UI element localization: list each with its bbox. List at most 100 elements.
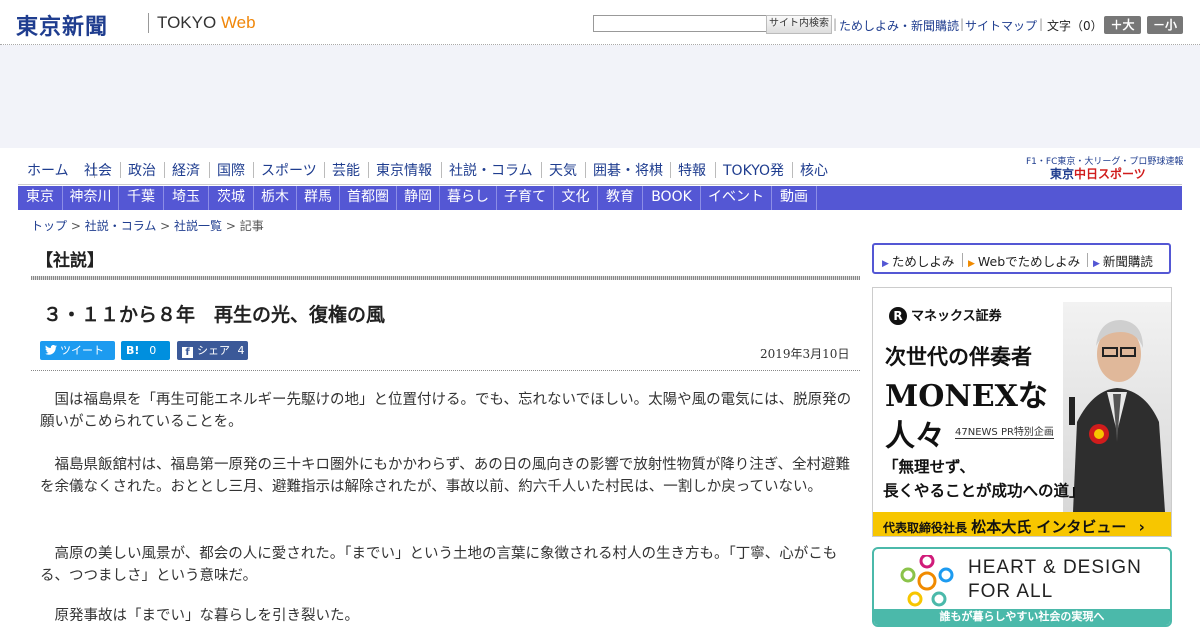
hatena-count: 0 <box>149 344 157 357</box>
facebook-share-label: シェア <box>197 344 230 357</box>
nav-underline <box>18 184 1182 185</box>
web-trial-link[interactable]: ▶ Webでためしよみ <box>968 251 1080 270</box>
heart-design-ad[interactable]: HEART & DESIGN FOR ALL 誰もが暮らしやすい社会の実現へ <box>872 547 1172 627</box>
region-tab-event[interactable]: イベント <box>701 186 772 210</box>
subscribe-newspaper-link[interactable]: ▶ 新聞購読 <box>1093 251 1153 270</box>
nav-divider <box>792 162 793 178</box>
heart-ad-line-2: FOR ALL <box>968 581 1054 602</box>
top-ad-area <box>0 45 1200 148</box>
region-tab-culture[interactable]: 文化 <box>554 186 598 210</box>
region-tab-shizuoka[interactable]: 静岡 <box>397 186 440 210</box>
tokyo-web-logo[interactable]: TOKYO Web <box>157 13 256 33</box>
logo-divider <box>148 13 149 33</box>
font-size-label: 文字（0） <box>1047 19 1103 33</box>
nav-divider <box>670 162 671 178</box>
tweet-label: ツイート <box>60 344 104 357</box>
region-tab-book[interactable]: BOOK <box>643 186 701 210</box>
font-larger-button[interactable]: ＋大 <box>1104 16 1141 34</box>
nav-item-international[interactable]: 国際 <box>217 160 245 180</box>
facebook-icon: f <box>182 347 193 358</box>
sitemap-link[interactable]: サイトマップ <box>965 17 1037 34</box>
breadcrumb-top[interactable]: トップ <box>31 219 67 233</box>
subscribe-divider <box>962 253 963 267</box>
web-trial-label: Webでためしよみ <box>977 254 1081 269</box>
section-title: 【社説】 <box>36 251 104 271</box>
font-smaller-button[interactable]: －小 <box>1147 16 1183 34</box>
region-tab-video[interactable]: 動画 <box>772 186 817 210</box>
nav-item-politics[interactable]: 政治 <box>128 160 156 180</box>
region-tab-ibaraki[interactable]: 茨城 <box>209 186 254 210</box>
site-logo[interactable]: 東京新聞 <box>16 9 108 41</box>
monex-headline-3: 人々 <box>885 419 945 454</box>
heart-ad-caption: 誰もが暮らしやすい社会の実現へ <box>874 609 1170 625</box>
nav-divider <box>120 162 121 178</box>
util-separator: | <box>833 17 838 31</box>
hatena-icon: B! <box>126 344 140 357</box>
breadcrumb-current: 記事 <box>239 219 264 233</box>
monex-cta-text: 代表取締役社長 松本大氏 インタビュー › <box>883 516 1145 536</box>
nav-item-editorial[interactable]: 社説・コラム <box>449 160 533 180</box>
nav-item-entertainment[interactable]: 芸能 <box>332 160 360 180</box>
monex-quote-line-2: 長くやることが成功への道」 <box>883 481 1085 500</box>
region-tab-kanagawa[interactable]: 神奈川 <box>63 186 119 210</box>
logo-en-tokyo: TOKYO <box>157 13 217 32</box>
monex-headline-1: 次世代の伴奏者 <box>885 344 1032 369</box>
monex-logo-mark: R <box>889 307 907 325</box>
facebook-share-count: 4 <box>237 344 245 357</box>
nav-item-tokyo-info[interactable]: 東京情報 <box>376 160 432 180</box>
nav-item-tokyo-hatsu[interactable]: TOKYO発 <box>723 160 784 180</box>
subscribe-link[interactable]: ためしよみ・新聞購読 <box>839 17 959 34</box>
nav-item-sports[interactable]: スポーツ <box>261 160 317 180</box>
region-tab-education[interactable]: 教育 <box>598 186 643 210</box>
nav-item-economy[interactable]: 経済 <box>172 160 200 180</box>
trial-label: ためしよみ <box>891 254 955 269</box>
region-tab-chiba[interactable]: 千葉 <box>119 186 164 210</box>
subscribe-divider <box>1087 253 1088 267</box>
monex-headline-2: MONEXな <box>885 379 1048 414</box>
nav-divider <box>209 162 210 178</box>
region-tab-saitama[interactable]: 埼玉 <box>164 186 209 210</box>
article-divider <box>31 370 860 371</box>
nav-item-society[interactable]: 社会 <box>84 160 112 180</box>
region-tab-tochigi[interactable]: 栃木 <box>254 186 297 210</box>
facebook-share-button[interactable]: f シェア 4 <box>177 341 248 360</box>
article-paragraph: 福島県飯舘村は、福島第一原発の三十キロ圏外にもかかわらず、あの日の風向きの影響で… <box>40 457 850 495</box>
monex-cta-bar: 代表取締役社長 松本大氏 インタビュー › <box>873 512 1171 536</box>
region-tab-kurashi[interactable]: 暮らし <box>440 186 497 210</box>
chunichi-sports-logo[interactable]: 東京中日スポーツ <box>1050 165 1146 182</box>
heart-ad-line-1: HEART & DESIGN <box>968 557 1142 578</box>
nav-item-home[interactable]: ホーム <box>27 160 69 180</box>
article-headline: ３・１１から８年 再生の光、復権の風 <box>43 304 386 326</box>
breadcrumb: トップ > 社説・コラム > 社説一覧 > 記事 <box>31 217 264 234</box>
nav-item-special[interactable]: 特報 <box>678 160 706 180</box>
article-paragraph: 高原の美しい風景が、都会の人に愛された。「までい」という土地の言葉に象徴される村… <box>40 546 838 584</box>
article-paragraph: 原発事故は「までい」な暮らしを引き裂いた。 <box>54 608 360 624</box>
breadcrumb-editorial[interactable]: 社説・コラム <box>85 219 157 233</box>
breadcrumb-separator: > <box>67 219 85 233</box>
nav-divider <box>585 162 586 178</box>
heart-design-logo-icon <box>900 553 954 611</box>
triangle-right-icon: ▶ <box>968 259 975 269</box>
region-tab-kosodate[interactable]: 子育て <box>497 186 554 210</box>
region-tab-gunma[interactable]: 群馬 <box>297 186 340 210</box>
site-search-input[interactable] <box>593 15 767 32</box>
monex-logo: R マネックス証券 <box>889 305 1002 325</box>
section-rule <box>31 276 860 280</box>
nav-item-weather[interactable]: 天気 <box>549 160 577 180</box>
region-tab-tokyo[interactable]: 東京 <box>18 186 63 210</box>
breadcrumb-editorial-list[interactable]: 社説一覧 <box>174 219 222 233</box>
nav-item-go-shogi[interactable]: 囲碁・将棋 <box>593 160 663 180</box>
nav-divider <box>715 162 716 178</box>
triangle-right-icon: ▶ <box>1093 259 1100 269</box>
chunichi-logo-prefix: 東京 <box>1050 167 1075 181</box>
trial-link[interactable]: ▶ ためしよみ <box>882 251 954 270</box>
site-search-button[interactable]: サイト内検索 <box>766 15 832 34</box>
nav-divider <box>324 162 325 178</box>
monex-ad[interactable]: R マネックス証券 次世代の伴奏者 MONEXな 人々 47NEWS PR特別企画… <box>872 287 1172 537</box>
hatena-bookmark-button[interactable]: B! 0 <box>121 341 170 360</box>
twitter-bird-icon <box>45 341 57 360</box>
article-date: 2019年3月10日 <box>760 347 850 361</box>
tweet-button[interactable]: ツイート <box>40 341 115 360</box>
region-tab-shutoken[interactable]: 首都圏 <box>340 186 397 210</box>
nav-item-kakushin[interactable]: 核心 <box>800 160 828 180</box>
